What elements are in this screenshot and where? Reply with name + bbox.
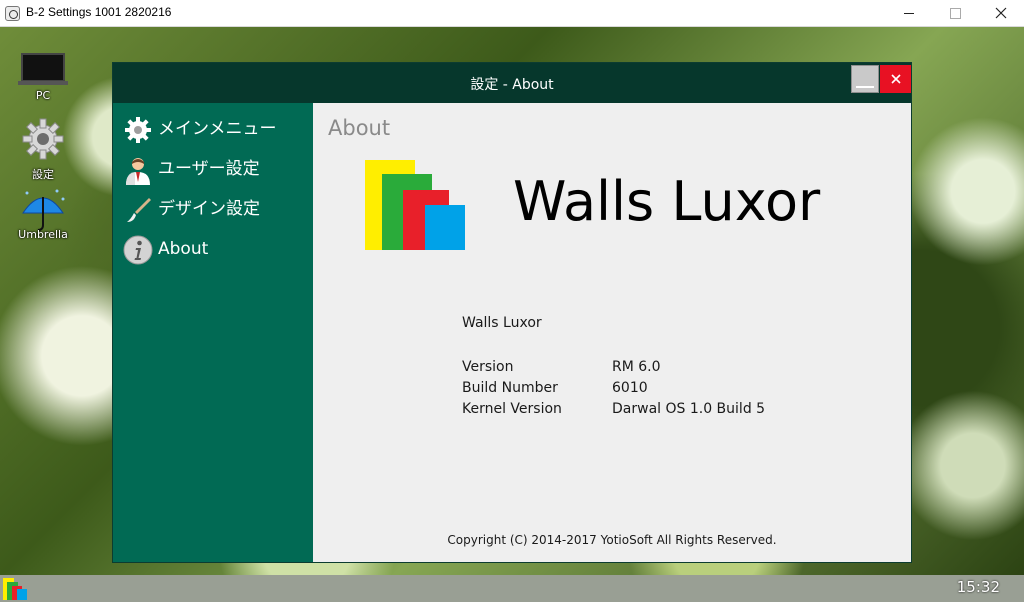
gear-icon xyxy=(22,118,64,160)
product-wordmark: Walls Luxor xyxy=(513,170,821,233)
copyright-text: Copyright (C) 2014-2017 YotioSoft All Ri… xyxy=(447,533,777,547)
start-button[interactable] xyxy=(3,578,29,600)
close-icon xyxy=(890,74,901,84)
desktop-icon-label: Umbrella xyxy=(18,228,68,241)
info-icon xyxy=(123,235,153,265)
settings-minimize-button[interactable] xyxy=(851,65,879,93)
taskbar-clock: 15:32 xyxy=(956,578,1000,596)
info-value: 6010 xyxy=(612,380,648,396)
close-button[interactable] xyxy=(978,0,1024,27)
sidebar-item-label: デザイン設定 xyxy=(158,199,260,219)
info-value: RM 6.0 xyxy=(612,359,661,375)
settings-window: 設定 - About メインメニュー ユーザー設定 デザイン設定 About A… xyxy=(113,63,911,562)
sidebar-item-main-menu[interactable]: メインメニュー xyxy=(123,112,308,146)
umbrella-icon xyxy=(22,189,65,231)
info-key: Build Number xyxy=(462,380,558,396)
sidebar-item-label: About xyxy=(158,239,209,259)
sidebar-item-about[interactable]: About xyxy=(123,232,308,266)
maximize-button[interactable] xyxy=(932,0,978,27)
info-value: Darwal OS 1.0 Build 5 xyxy=(612,401,766,417)
settings-sidebar: メインメニュー ユーザー設定 デザイン設定 About xyxy=(113,103,313,562)
minimize-button[interactable] xyxy=(886,0,932,27)
close-icon xyxy=(995,7,1007,19)
app-icon xyxy=(5,6,20,21)
monitor-icon xyxy=(18,53,68,85)
taskbar: 15:32 xyxy=(0,575,1024,602)
sidebar-item-label: メインメニュー xyxy=(158,119,277,139)
host-window-title: B-2 Settings 1001 2820216 xyxy=(26,5,172,19)
desktop-icon-pc[interactable]: PC xyxy=(13,53,73,102)
desktop-icon-label: PC xyxy=(35,89,51,102)
info-key: Kernel Version xyxy=(462,401,562,417)
gear-icon xyxy=(125,117,151,143)
about-panel: About Walls Luxor Walls Luxor Version RM… xyxy=(313,103,911,562)
sidebar-item-label: ユーザー設定 xyxy=(158,159,260,179)
host-titlebar: B-2 Settings 1001 2820216 xyxy=(0,0,1024,27)
page-title: About xyxy=(328,116,391,140)
info-key: Version xyxy=(462,359,514,375)
product-name: Walls Luxor xyxy=(462,315,542,331)
sidebar-item-design-settings[interactable]: デザイン設定 xyxy=(123,192,308,226)
settings-close-button[interactable] xyxy=(880,65,911,93)
desktop-icon-label: 設定 xyxy=(32,168,54,181)
user-icon xyxy=(126,158,150,185)
walls-luxor-logo xyxy=(365,160,465,250)
settings-titlebar: 設定 - About xyxy=(113,63,911,103)
settings-window-title: 設定 - About xyxy=(470,77,554,93)
sidebar-item-user-settings[interactable]: ユーザー設定 xyxy=(123,152,308,186)
desktop-icon-umbrella[interactable]: Umbrella xyxy=(13,187,73,241)
brush-icon xyxy=(127,198,151,222)
desktop-icon-settings[interactable]: 設定 xyxy=(13,117,73,182)
